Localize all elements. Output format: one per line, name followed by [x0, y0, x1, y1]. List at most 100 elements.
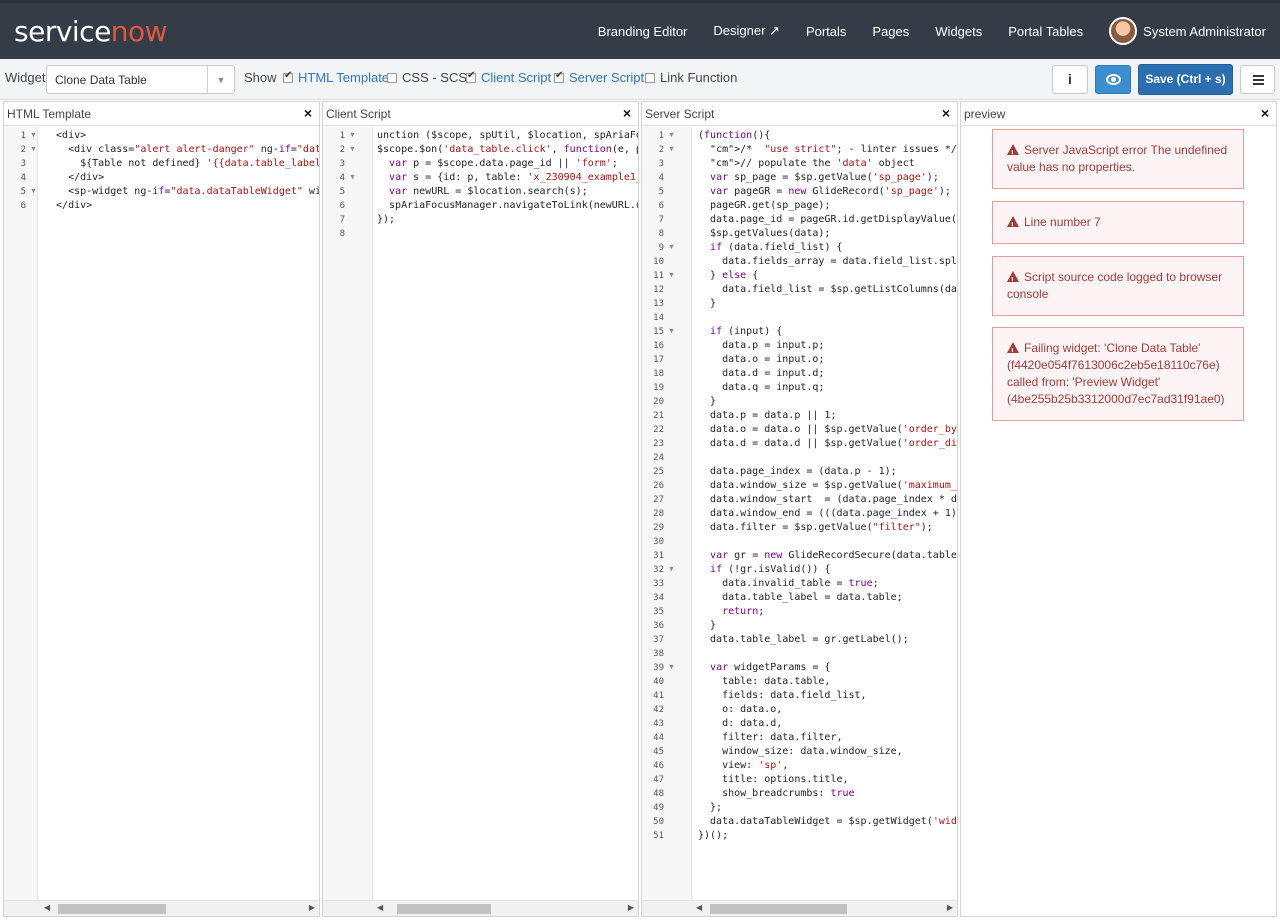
line-number: 32: [653, 565, 664, 575]
code-line: if (data.field_list) {: [710, 242, 843, 253]
line-number: 6: [339, 201, 345, 211]
code-line: filter: data.filter,: [698, 732, 843, 743]
nav-portal-tables[interactable]: Portal Tables: [1008, 24, 1083, 39]
scroll-left-icon[interactable]: ◀: [44, 903, 50, 912]
link-function-checkbox[interactable]: [645, 72, 655, 83]
code-line: var pageGR = new GlideRecord('sp_page');: [710, 186, 951, 197]
client-script-toggle-label[interactable]: Client Script: [481, 70, 551, 85]
line-number: 4: [20, 173, 26, 183]
code-line: data.p = input.p;: [698, 340, 825, 351]
code-line: data.d = input.d;: [698, 368, 825, 379]
line-number: 8: [658, 229, 664, 239]
html-code-editor[interactable]: <div> <div class="alert alert-danger" ng…: [42, 127, 319, 900]
fold-toggle-icon[interactable]: ▼: [349, 129, 356, 143]
fold-toggle-icon[interactable]: ▼: [668, 661, 675, 675]
horizontal-scrollbar[interactable]: ◀ ▶: [642, 900, 957, 916]
error-alert: Server JavaScript error The undefined va…: [992, 129, 1244, 189]
code-line: data.filter = $sp.getValue("filter");: [698, 522, 933, 533]
toggle-css-scss[interactable]: CSS - SCSS: [387, 70, 476, 85]
scroll-left-icon[interactable]: ◀: [696, 903, 702, 912]
fold-toggle-icon[interactable]: ▼: [349, 171, 356, 185]
server-script-checkbox[interactable]: [554, 70, 564, 83]
code-line: data.window_end = (((data.page_index + 1…: [698, 508, 957, 519]
code-line: $sp.getValues(data);: [698, 228, 831, 239]
css-scss-toggle-label[interactable]: CSS - SCSS: [402, 70, 476, 85]
code-line: pageGR.get(sp_page);: [698, 200, 831, 211]
html-template-toggle-label[interactable]: HTML Template: [298, 70, 389, 85]
fold-toggle-icon[interactable]: ▼: [668, 269, 675, 283]
scrollbar-thumb[interactable]: [397, 904, 491, 914]
code-line: var gr = new GlideRecordSecure(data.tabl…: [710, 550, 957, 561]
fold-toggle-icon[interactable]: ▼: [30, 129, 37, 143]
warning-icon: [1007, 342, 1019, 360]
toggle-html-template[interactable]: HTML Template: [283, 70, 389, 85]
fold-toggle-icon[interactable]: ▼: [668, 241, 675, 255]
widget-select[interactable]: Clone Data Table ▼: [46, 65, 235, 94]
toggle-link-function[interactable]: Link Function: [645, 70, 737, 85]
hamburger-icon-bar: [1253, 79, 1264, 81]
chevron-down-icon[interactable]: ▼: [207, 66, 234, 93]
eye-icon: [1106, 74, 1121, 85]
toggle-client-script[interactable]: Client Script: [466, 70, 551, 85]
toggle-server-script[interactable]: Server Script: [554, 70, 644, 85]
close-icon[interactable]: ×: [942, 105, 950, 121]
client-script-pane: Client Script × 1 ▼ 2 ▼ 3 4 ▼ 5 6 7 8 unction ($sc…: [322, 101, 639, 917]
line-number: 10: [653, 257, 664, 267]
horizontal-scrollbar[interactable]: ◀ ▶: [4, 900, 319, 916]
fold-toggle-icon[interactable]: ▼: [349, 143, 356, 157]
code-line: <div class="alert alert-danger" ng-if="d…: [44, 144, 319, 155]
fold-toggle-icon[interactable]: ▼: [668, 129, 675, 143]
preview-toggle-button[interactable]: [1095, 65, 1131, 94]
save-button[interactable]: Save (Ctrl + s): [1138, 64, 1233, 95]
line-number: 2: [658, 145, 664, 155]
line-number: 1: [339, 131, 345, 141]
info-button[interactable]: i: [1052, 65, 1088, 94]
nav-pages[interactable]: Pages: [872, 24, 909, 39]
code-line: d: data.d,: [698, 718, 783, 729]
server-script-toggle-label[interactable]: Server Script: [569, 70, 644, 85]
client-code-editor[interactable]: unction ($scope, spUtil, $location, spAr…: [375, 127, 638, 900]
link-function-toggle-label[interactable]: Link Function: [660, 70, 737, 85]
close-icon[interactable]: ×: [1261, 105, 1269, 121]
close-icon[interactable]: ×: [623, 105, 631, 121]
scrollbar-thumb[interactable]: [58, 904, 166, 914]
fold-toggle-icon[interactable]: ▼: [668, 325, 675, 339]
fold-toggle-icon[interactable]: ▼: [30, 143, 37, 157]
code-line: ${Table not defined} '{{data.table_label…: [44, 158, 319, 169]
hamburger-icon: [1253, 75, 1264, 77]
fold-toggle-icon[interactable]: ▼: [30, 185, 37, 199]
css-scss-checkbox[interactable]: [387, 72, 397, 83]
scrollbar-thumb[interactable]: [710, 904, 847, 914]
warning-icon: [1007, 144, 1019, 162]
line-number: 7: [339, 215, 345, 225]
line-number: 25: [653, 467, 664, 477]
horizontal-scrollbar[interactable]: ◀ ▶: [323, 900, 638, 916]
code-line: (function(){: [698, 130, 771, 141]
nav-widgets[interactable]: Widgets: [935, 24, 982, 39]
close-icon[interactable]: ×: [304, 105, 312, 121]
nav-menu: Branding Editor Designer ↗ Portals Pages…: [572, 3, 1266, 59]
user-avatar[interactable]: [1109, 17, 1138, 45]
servicenow-logo[interactable]: servicenow: [14, 15, 168, 48]
code-line: unction ($scope, spUtil, $location, spAr…: [377, 130, 638, 141]
fold-toggle-icon[interactable]: ▼: [668, 143, 675, 157]
nav-portals[interactable]: Portals: [806, 24, 846, 39]
nav-branding-editor[interactable]: Branding Editor: [598, 24, 688, 39]
fold-toggle-icon[interactable]: ▼: [668, 563, 675, 577]
code-line: </div>: [44, 172, 105, 183]
line-number: 42: [653, 705, 664, 715]
user-menu[interactable]: System Administrator: [1143, 24, 1266, 39]
scroll-right-icon[interactable]: ▶: [309, 903, 315, 912]
server-code-editor[interactable]: (function(){ "cm">/* "use strict"; - lin…: [696, 127, 957, 900]
client-script-checkbox[interactable]: [466, 70, 476, 83]
code-line: data.p = data.p || 1;: [698, 410, 837, 421]
line-number: 2: [20, 145, 26, 155]
more-menu-button[interactable]: [1240, 65, 1275, 94]
code-line: }: [698, 620, 717, 631]
nav-designer[interactable]: Designer ↗: [713, 23, 780, 39]
info-icon: i: [1068, 71, 1072, 87]
scroll-right-icon[interactable]: ▶: [947, 903, 953, 912]
html-template-checkbox[interactable]: [283, 70, 293, 83]
scroll-left-icon[interactable]: ◀: [377, 903, 383, 912]
scroll-right-icon[interactable]: ▶: [628, 903, 634, 912]
